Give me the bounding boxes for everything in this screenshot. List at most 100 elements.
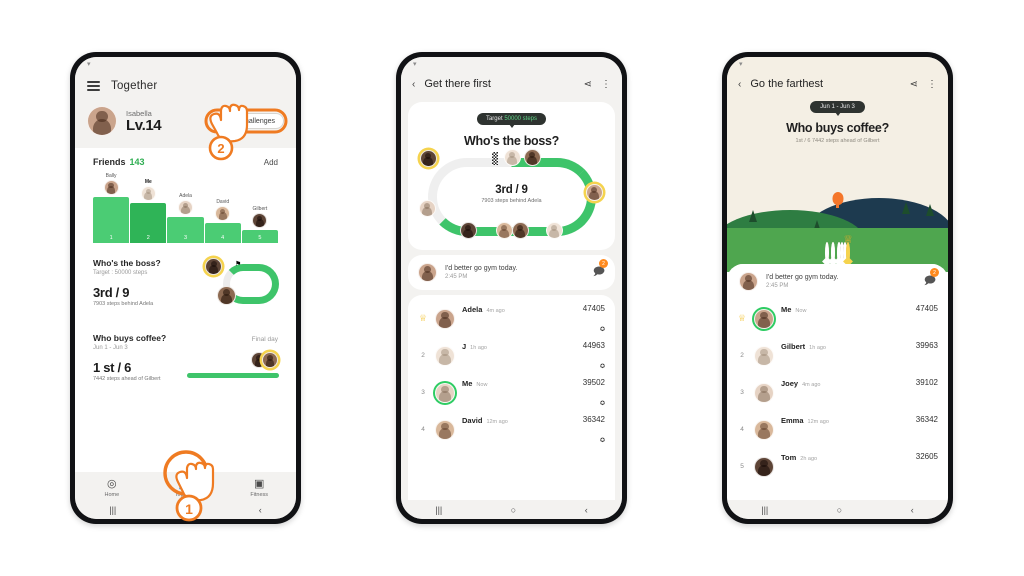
wifi-icon: ▾ xyxy=(739,61,743,68)
podium-name: David xyxy=(216,199,230,205)
participant-name: Me xyxy=(781,305,792,314)
participant-markers: ♕ xyxy=(727,235,948,263)
step-count: 39102 xyxy=(915,378,938,387)
nav-item-fitness[interactable]: ▣ Fitness xyxy=(222,478,296,499)
leaderboard-row[interactable]: ♕ Adela 4m ago 47405 ✪ xyxy=(418,299,605,336)
challenge-card-boss[interactable]: Who's the boss? Target : 50000 steps 3rd… xyxy=(82,248,289,318)
challenge-note: 7903 steps behind Adela xyxy=(481,198,542,204)
balloon-marker-icon xyxy=(832,192,843,205)
tree-icon xyxy=(926,204,934,216)
nav-item-together[interactable]: 👥 Together xyxy=(149,479,223,498)
friends-count: 143 xyxy=(129,157,145,167)
back-icon[interactable]: ‹ xyxy=(911,505,914,515)
phone-1-screen: ▾ Together Isabella Lv.14 ⚑ Challenges F… xyxy=(75,57,296,519)
page-title: Together xyxy=(111,80,158,92)
challenges-button[interactable]: ⚑ Challenges xyxy=(221,113,284,129)
nav-item-label: Home xyxy=(104,492,120,498)
status-badge: Final day xyxy=(251,336,278,343)
home-icon[interactable]: ○ xyxy=(837,505,842,515)
crown-icon: ♕ xyxy=(418,313,428,323)
podium-bar: 2 xyxy=(130,203,167,243)
back-chevron-icon[interactable]: ‹ xyxy=(412,79,415,90)
system-nav-bar: ||| ○ ‹ xyxy=(727,500,948,519)
avatar xyxy=(252,213,268,228)
last-updated: Now xyxy=(476,382,488,388)
target-value: 50000 steps xyxy=(504,116,538,122)
friends-podium-chart: Bally 1 Me 2 Adela 3 David 4 Gilbert 5 xyxy=(93,173,279,243)
last-updated: 1h ago xyxy=(809,345,826,351)
leaderboard-row[interactable]: 5 Tom 2h ago 32605 xyxy=(737,447,938,484)
overflow-menu-icon[interactable]: ⋮ xyxy=(927,79,937,90)
challenge-card-coffee[interactable]: Who buys coffee? Final day Jun 1 - Jun 3… xyxy=(82,323,289,394)
chat-preview[interactable]: I'd better go gym today. 2:45 PM 🗩 2 xyxy=(408,255,615,290)
participant-name: Adela xyxy=(462,305,483,314)
challenge-hero: Jun 1 - Jun 3 Who buys coffee? 1st / 6 7… xyxy=(727,97,948,272)
podium-column[interactable]: Bally 1 xyxy=(93,173,130,243)
avatar[interactable] xyxy=(87,106,117,136)
podium-column[interactable]: David 4 xyxy=(204,199,241,243)
recents-icon[interactable]: ||| xyxy=(435,505,442,515)
status-bar: ▾ xyxy=(75,57,296,71)
recents-icon[interactable]: ||| xyxy=(109,505,116,515)
home-icon[interactable]: ○ xyxy=(511,505,516,515)
leaderboard-row[interactable]: 2 J 1h ago 44963 ✪ xyxy=(418,336,605,373)
leaderboard-row[interactable]: 3 Me Now 39502 ✪ xyxy=(418,373,605,410)
avatar xyxy=(435,308,455,329)
profile-level: Lv.14 xyxy=(126,116,162,134)
challenges-label: Challenges xyxy=(239,117,275,125)
runner-avatar xyxy=(545,222,563,239)
podium-column[interactable]: Me 2 xyxy=(130,179,167,243)
step-count: 44963 xyxy=(582,341,605,350)
status-bar: ▾ xyxy=(401,57,622,71)
add-friend-button[interactable]: Add xyxy=(264,158,278,167)
leaderboard-list[interactable]: ♕ Adela 4m ago 47405 ✪ 2 J 1h ago 44963 ✪ 3 Me Now 39… xyxy=(408,295,615,500)
share-icon[interactable]: ⋖ xyxy=(584,79,592,90)
step-count: 47405 xyxy=(915,304,938,313)
app-bar: Together xyxy=(87,73,284,99)
progress-bar xyxy=(187,373,279,378)
leaderboard-row[interactable]: 4 Emma 12m ago 36342 xyxy=(737,410,938,447)
back-chevron-icon[interactable]: ‹ xyxy=(738,79,741,90)
rank-number: 3 xyxy=(421,389,425,396)
chat-preview[interactable]: I'd better go gym today. 2:45 PM 🗩 2 xyxy=(737,264,939,299)
back-icon[interactable]: ‹ xyxy=(259,505,262,515)
leaderboard-row[interactable]: 2 Gilbert 1h ago 39963 xyxy=(737,336,938,373)
leaderboard-list[interactable]: ♕ Me Now 47405 2 Gilbert 1h ago 39963 3 Joey 4m ag… xyxy=(737,299,938,484)
avatar xyxy=(754,419,774,440)
nav-item-label: Fitness xyxy=(250,492,269,498)
leader-pin[interactable]: ♕ xyxy=(843,235,853,263)
shoe-icon: ✪ xyxy=(599,364,605,370)
leaderboard-row[interactable]: 3 Joey 4m ago 39102 xyxy=(737,373,938,410)
phone-2-content: Target 50000 steps Who's the boss? ♕ xyxy=(401,97,622,500)
mini-track-visual: ♕ ⚑ xyxy=(205,258,279,310)
friends-label: Friends xyxy=(93,157,126,167)
step-count: 47405 xyxy=(582,304,605,313)
podium-column[interactable]: Adela 3 xyxy=(167,193,204,243)
chat-bubble-icon[interactable]: 🗩 2 xyxy=(924,268,939,291)
avatar xyxy=(215,206,231,221)
checkered-flag-icon: ⚑ xyxy=(235,261,242,268)
crown-icon: ♕ xyxy=(737,313,747,323)
fitness-icon: ▣ xyxy=(253,478,265,490)
participant-name: Joey xyxy=(781,379,799,388)
chat-bubble-icon[interactable]: 🗩 2 xyxy=(593,259,608,282)
target-badge: Target 50000 steps xyxy=(476,113,547,125)
share-icon[interactable]: ⋖ xyxy=(910,79,918,90)
podium-bar: 5 xyxy=(241,230,279,243)
back-icon[interactable]: ‹ xyxy=(585,505,588,515)
leader-avatar: ♕ xyxy=(262,352,278,368)
profile-row[interactable]: Isabella Lv.14 ⚑ Challenges xyxy=(87,106,284,136)
participant-name: Emma xyxy=(781,416,804,425)
runner-avatar xyxy=(511,222,529,239)
hamburger-icon[interactable] xyxy=(87,81,100,91)
challenge-title: Who's the boss? xyxy=(464,134,559,148)
home-icon[interactable]: ○ xyxy=(185,505,190,515)
leaderboard-row[interactable]: 4 David 12m ago 36342 ✪ xyxy=(418,410,605,447)
podium-column[interactable]: Gilbert 5 xyxy=(241,206,279,243)
challenge-title: Who buys coffee? xyxy=(786,121,889,135)
checkered-flag-icon xyxy=(491,152,498,165)
leaderboard-row[interactable]: ♕ Me Now 47405 xyxy=(737,299,938,336)
nav-item-home[interactable]: ◎ Home xyxy=(75,479,149,499)
overflow-menu-icon[interactable]: ⋮ xyxy=(601,79,611,90)
recents-icon[interactable]: ||| xyxy=(761,505,768,515)
